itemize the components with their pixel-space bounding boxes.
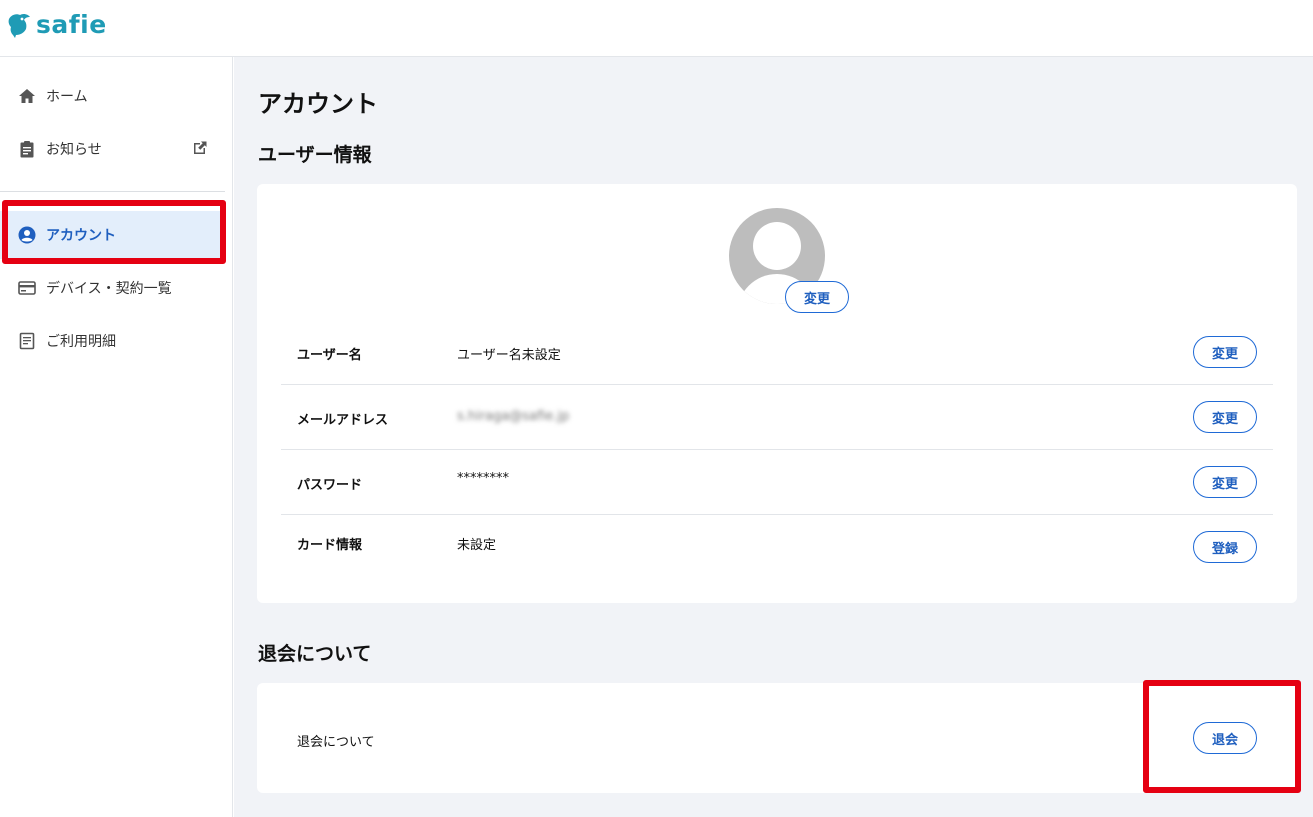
sidebar-item-label: お知らせ — [46, 142, 102, 158]
external-link-icon — [192, 140, 208, 160]
sidebar-item-devices[interactable]: デバイス・契約一覧 — [0, 264, 225, 312]
sidebar-item-label: アカウント — [46, 228, 116, 244]
email-label: メールアドレス — [297, 413, 389, 428]
account-circle-icon — [18, 226, 36, 244]
row-divider — [281, 449, 1273, 450]
sidebar-item-label: ご利用明細 — [46, 334, 116, 350]
card-info-value: 未設定 — [457, 538, 497, 553]
credit-card-icon — [18, 279, 36, 297]
user-info-card: 変更 ユーザー名 ユーザー名未設定 変更 メールアドレス s.hiraga@sa… — [257, 184, 1297, 603]
change-email-button[interactable]: 変更 — [1193, 401, 1257, 433]
change-password-button[interactable]: 変更 — [1193, 466, 1257, 498]
home-icon — [18, 87, 36, 105]
password-value: ******** — [457, 471, 509, 486]
withdraw-button[interactable]: 退会 — [1193, 722, 1257, 754]
card-info-label: カード情報 — [297, 538, 363, 553]
username-label: ユーザー名 — [297, 348, 362, 363]
sidebar-item-label: デバイス・契約一覧 — [46, 281, 172, 297]
sidebar-item-account[interactable]: アカウント — [0, 211, 225, 259]
register-card-button[interactable]: 登録 — [1193, 531, 1257, 563]
safie-logo[interactable]: safie — [6, 10, 107, 40]
sidebar-item-billing[interactable]: ご利用明細 — [0, 317, 225, 365]
withdraw-label: 退会について — [297, 735, 375, 750]
username-value: ユーザー名未設定 — [457, 348, 561, 363]
page-title: アカウント — [258, 90, 378, 118]
sidebar: ホーム お知らせ アカウント デバイス・契約一覧 ご利用明細 — [0, 57, 233, 817]
main-content: アカウント ユーザー情報 変更 ユーザー名 ユーザー名未設定 変更 メールアドレ… — [234, 57, 1313, 817]
withdraw-heading: 退会について — [258, 643, 372, 665]
sidebar-item-label: ホーム — [46, 89, 88, 105]
safie-bird-icon — [8, 13, 30, 38]
sidebar-divider — [0, 191, 225, 192]
row-divider — [281, 384, 1273, 385]
top-bar: safie — [0, 0, 1313, 57]
clipboard-icon — [18, 140, 36, 158]
email-value: s.hiraga@safie.jp — [457, 409, 570, 424]
change-avatar-button[interactable]: 変更 — [785, 281, 849, 313]
sidebar-item-home[interactable]: ホーム — [0, 72, 225, 120]
withdraw-card: 退会について 退会 — [257, 683, 1297, 793]
sidebar-item-news[interactable]: お知らせ — [0, 125, 225, 173]
password-label: パスワード — [297, 478, 363, 493]
change-username-button[interactable]: 変更 — [1193, 336, 1257, 368]
row-divider — [281, 514, 1273, 515]
user-info-heading: ユーザー情報 — [258, 144, 372, 166]
brand-name: safie — [36, 10, 107, 39]
receipt-icon — [18, 332, 36, 350]
